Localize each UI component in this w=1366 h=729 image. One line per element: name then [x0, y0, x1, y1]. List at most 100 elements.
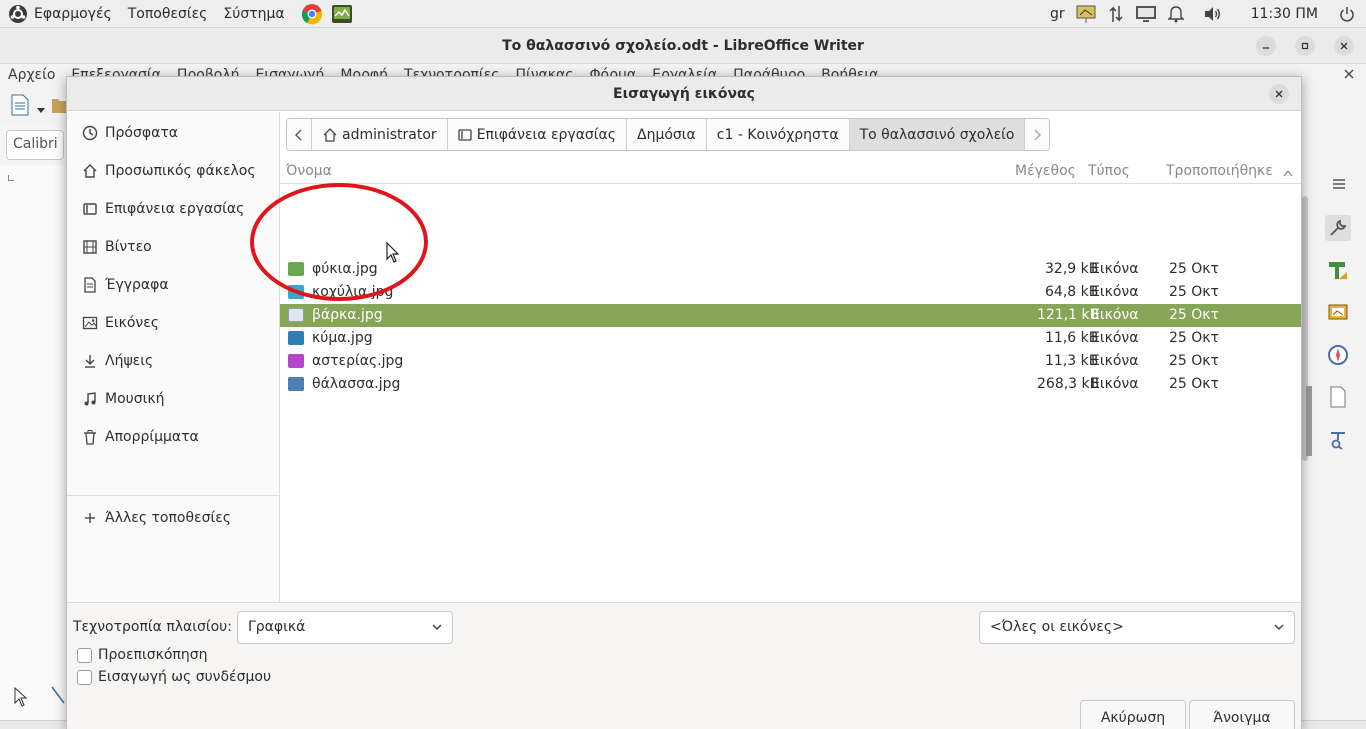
- column-type[interactable]: Τύπος: [1088, 163, 1130, 179]
- open-button[interactable]: Άνοιγμα: [1189, 700, 1295, 729]
- path-crumb-shared[interactable]: c1 - Κοινόχρηστα: [707, 119, 850, 150]
- places-sidebar: Πρόσφατα Προσωπικός φάκελος Επιφάνεια ερ…: [67, 112, 280, 602]
- menu-file[interactable]: Αρχείο: [8, 67, 55, 83]
- document-icon: [81, 276, 99, 294]
- dropdown-arrow-icon[interactable]: [37, 102, 45, 118]
- places-menu[interactable]: Τοποθεσίες: [128, 6, 208, 22]
- chrome-launcher-icon[interactable]: [301, 3, 323, 25]
- gallery-icon[interactable]: [1325, 298, 1351, 324]
- font-name-box[interactable]: Calibri: [6, 130, 64, 160]
- maximize-button[interactable]: [1295, 36, 1315, 56]
- properties-wrench-icon[interactable]: [1325, 215, 1351, 241]
- crumb-label: c1 - Κοινόχρηστα: [716, 126, 839, 143]
- clock[interactable]: 11:30 ΠΜ: [1251, 6, 1318, 22]
- notification-bell-icon[interactable]: [1165, 3, 1187, 25]
- file-size: 121,1 kB: [1037, 307, 1100, 323]
- trash-icon: [81, 428, 99, 446]
- crumb-label: Επιφάνεια εργασίας: [476, 126, 616, 143]
- network-transfer-icon[interactable]: [1105, 3, 1127, 25]
- preview-label: Προεπισκόπηση: [98, 647, 208, 663]
- place-documents[interactable]: Έγγραφα: [67, 269, 279, 301]
- desktop-icon: [458, 128, 472, 141]
- keyboard-layout[interactable]: gr: [1050, 6, 1065, 22]
- table-row[interactable]: φύκια.jpg 32,9 kB Εικόνα 25 Οκτ: [280, 258, 1301, 281]
- styles-icon[interactable]: [1325, 258, 1351, 284]
- insert-image-dialog: Εισαγωγή εικόνας Πρόσφατα Προσωπικός φάκ…: [66, 76, 1302, 729]
- place-trash[interactable]: Απορρίμματα: [67, 421, 279, 453]
- image-file-icon: [288, 354, 304, 368]
- path-back-button[interactable]: [287, 119, 312, 150]
- presentation-icon[interactable]: [1075, 3, 1097, 25]
- sidebar-collapse-handle[interactable]: [1306, 386, 1312, 456]
- music-icon: [81, 390, 99, 408]
- path-crumb-public[interactable]: Δημόσια: [627, 119, 707, 150]
- writer-toolbar: [0, 86, 66, 126]
- line-tool-icon[interactable]: [50, 685, 66, 709]
- path-crumb-desktop[interactable]: Επιφάνεια εργασίας: [448, 119, 627, 150]
- volume-icon[interactable]: [1201, 3, 1223, 25]
- place-label: Λήψεις: [105, 353, 154, 369]
- place-recent[interactable]: Πρόσφατα: [67, 117, 279, 149]
- image-file-icon: [288, 285, 304, 299]
- place-label: Μουσική: [105, 391, 165, 407]
- column-name[interactable]: Όνομα: [286, 163, 332, 179]
- table-row[interactable]: κοχύλια.jpg 64,8 kB Εικόνα 25 Οκτ: [280, 281, 1301, 304]
- system-menu[interactable]: Σύστημα: [223, 6, 284, 22]
- place-label: Άλλες τοποθεσίες: [105, 510, 232, 526]
- chevron-left-icon: [295, 129, 302, 140]
- page-icon[interactable]: [1325, 384, 1351, 410]
- place-label: Απορρίμματα: [105, 429, 199, 445]
- file-type-filter-select[interactable]: <Όλες οι εικόνες>: [979, 611, 1295, 644]
- file-modified: 25 Οκτ: [1169, 330, 1219, 346]
- navigator-compass-icon[interactable]: [1325, 342, 1351, 368]
- home-icon: [323, 127, 337, 142]
- path-crumb-home[interactable]: administrator: [312, 119, 448, 150]
- document-canvas[interactable]: [0, 165, 66, 725]
- preview-checkbox-box[interactable]: [77, 647, 92, 663]
- frame-style-select[interactable]: Γραφικά: [237, 611, 453, 644]
- preview-checkbox[interactable]: Προεπισκόπηση: [77, 647, 207, 663]
- close-document-icon[interactable]: [1342, 67, 1356, 85]
- table-row-selected[interactable]: βάρκα.jpg 121,1 kB Εικόνα 25 Οκτ: [280, 304, 1301, 327]
- place-music[interactable]: Μουσική: [67, 383, 279, 415]
- open-folder-icon[interactable]: [52, 96, 66, 118]
- dialog-title: Εισαγωγή εικόνας: [613, 85, 755, 102]
- place-videos[interactable]: Βίντεο: [67, 231, 279, 263]
- column-modified[interactable]: Τροποποιήθηκε: [1166, 163, 1273, 179]
- insert-as-link-checkbox[interactable]: Εισαγωγή ως συνδέσμου: [77, 669, 271, 685]
- path-forward-button[interactable]: [1025, 119, 1049, 150]
- path-crumb-current[interactable]: Το θαλασσινό σχολείο: [849, 119, 1026, 150]
- window-close-button[interactable]: [1334, 36, 1354, 56]
- column-size[interactable]: Μέγεθος: [1015, 163, 1076, 179]
- power-icon[interactable]: [1336, 3, 1358, 25]
- new-document-icon[interactable]: [10, 94, 30, 120]
- crumb-label: Το θαλασσινό σχολείο: [859, 126, 1015, 143]
- crumb-label: Δημόσια: [637, 126, 696, 143]
- cancel-button[interactable]: Ακύρωση: [1080, 700, 1186, 729]
- column-header: Όνομα Μέγεθος Τύπος Τροποποιήθηκε: [280, 160, 1301, 184]
- table-row[interactable]: θάλασσα.jpg 268,3 kB Εικόνα 25 Οκτ: [280, 373, 1301, 396]
- table-row[interactable]: κύμα.jpg 11,6 kB Εικόνα 25 Οκτ: [280, 327, 1301, 350]
- sidebar-menu-icon[interactable]: [1332, 178, 1346, 194]
- file-name: κοχύλια.jpg: [312, 284, 394, 300]
- place-desktop[interactable]: Επιφάνεια εργασίας: [67, 193, 279, 225]
- table-row[interactable]: αστερίας.jpg 11,3 kB Εικόνα 25 Οκτ: [280, 350, 1301, 373]
- download-icon: [81, 352, 99, 370]
- crumb-label: administrator: [342, 126, 437, 143]
- monitor-launcher-icon[interactable]: [331, 4, 353, 24]
- place-other-locations[interactable]: Άλλες τοποθεσίες: [67, 502, 279, 534]
- place-downloads[interactable]: Λήψεις: [67, 345, 279, 377]
- minimize-button[interactable]: [1256, 36, 1276, 56]
- sort-ascending-icon[interactable]: [1283, 169, 1293, 177]
- display-icon[interactable]: [1135, 3, 1157, 25]
- place-home[interactable]: Προσωπικός φάκελος: [67, 155, 279, 187]
- select-arrow-icon[interactable]: [14, 686, 28, 711]
- dialog-close-button[interactable]: [1269, 84, 1289, 104]
- place-pictures[interactable]: Εικόνες: [67, 307, 279, 339]
- insert-as-link-checkbox-box[interactable]: [77, 669, 92, 685]
- style-inspector-icon[interactable]: [1325, 426, 1351, 452]
- cancel-button-label: Ακύρωση: [1100, 710, 1166, 726]
- ubuntu-logo-icon[interactable]: [8, 4, 28, 24]
- applications-menu[interactable]: Εφαρμογές: [34, 6, 112, 22]
- file-type: Εικόνα: [1091, 330, 1139, 346]
